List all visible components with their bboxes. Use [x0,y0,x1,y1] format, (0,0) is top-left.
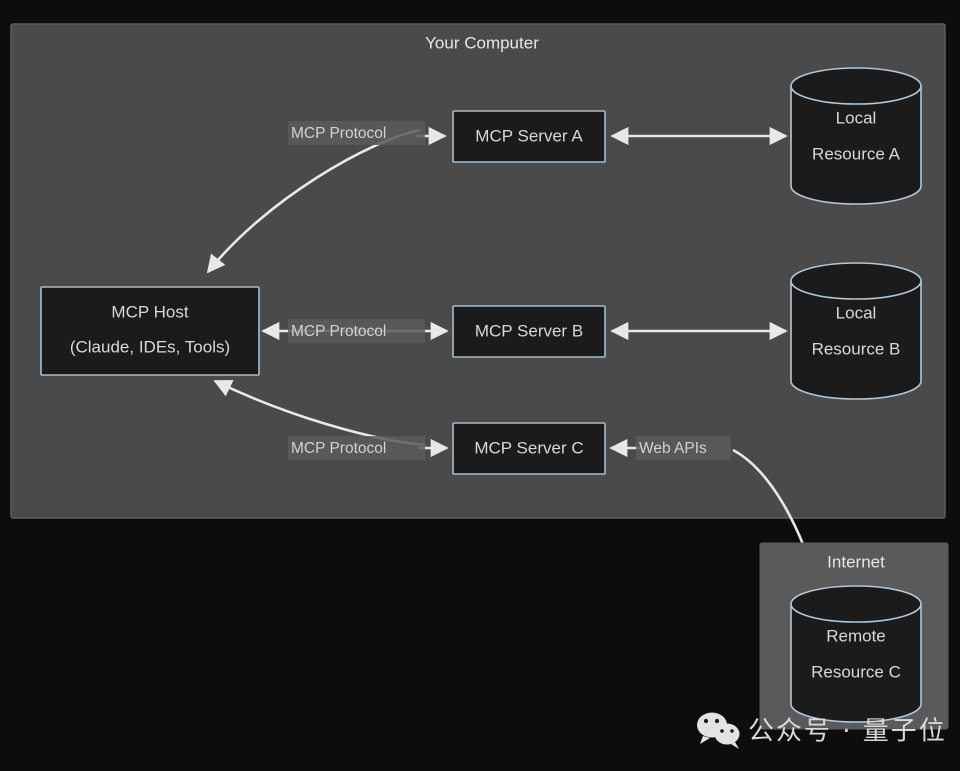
node-local-resource-b-label-line1: Local [836,303,877,322]
internet-title: Internet [827,552,885,571]
node-mcp-host[interactable]: MCP Host (Claude, IDEs, Tools) [40,286,260,376]
node-local-resource-a-top [790,67,922,105]
wechat-icon [697,712,740,749]
node-remote-resource-c-top [790,585,922,623]
node-remote-resource-c-label-line1: Remote [826,626,886,645]
edge-host-to-server-a-label: MCP Protocol [291,125,386,142]
node-local-resource-b-label-line2: Resource B [812,339,901,358]
node-local-resource-a[interactable]: Local Resource A [790,67,922,205]
edge-host-to-server-b-label: MCP Protocol [291,323,386,340]
node-mcp-server-a-label: MCP Server A [475,126,583,145]
node-mcp-server-c-label: MCP Server C [474,438,583,457]
node-local-resource-b[interactable]: Local Resource B [790,262,922,400]
diagram-canvas: Your Computer MCP Protocol MCP Protocol … [0,0,960,771]
node-mcp-host-label-line2: (Claude, IDEs, Tools) [70,337,230,356]
node-local-resource-a-label-line2: Resource A [812,144,901,163]
node-mcp-server-c[interactable]: MCP Server C [452,422,606,475]
edge-host-to-server-b: MCP Protocol [261,319,449,343]
watermark: 公众号 · 量子位 [697,712,947,749]
node-local-resource-a-label-line1: Local [836,108,877,127]
node-local-resource-b-top [790,262,922,300]
your-computer-title: Your Computer [425,33,539,52]
node-remote-resource-c-label-line2: Resource C [811,662,901,681]
node-mcp-host-label-line1: MCP Host [111,302,188,321]
node-mcp-host-box[interactable] [40,286,260,376]
watermark-text: 公众号 · 量子位 [748,717,947,747]
node-remote-resource-c[interactable]: Remote Resource C [790,585,922,723]
edge-server-c-to-resource-c-label: Web APIs [639,440,707,457]
node-mcp-server-b[interactable]: MCP Server B [452,305,606,358]
mcp-architecture-diagram: Your Computer MCP Protocol MCP Protocol … [10,23,949,749]
node-mcp-server-a[interactable]: MCP Server A [452,110,606,163]
edge-host-to-server-c-label: MCP Protocol [291,440,386,457]
node-mcp-server-b-label: MCP Server B [475,321,583,340]
